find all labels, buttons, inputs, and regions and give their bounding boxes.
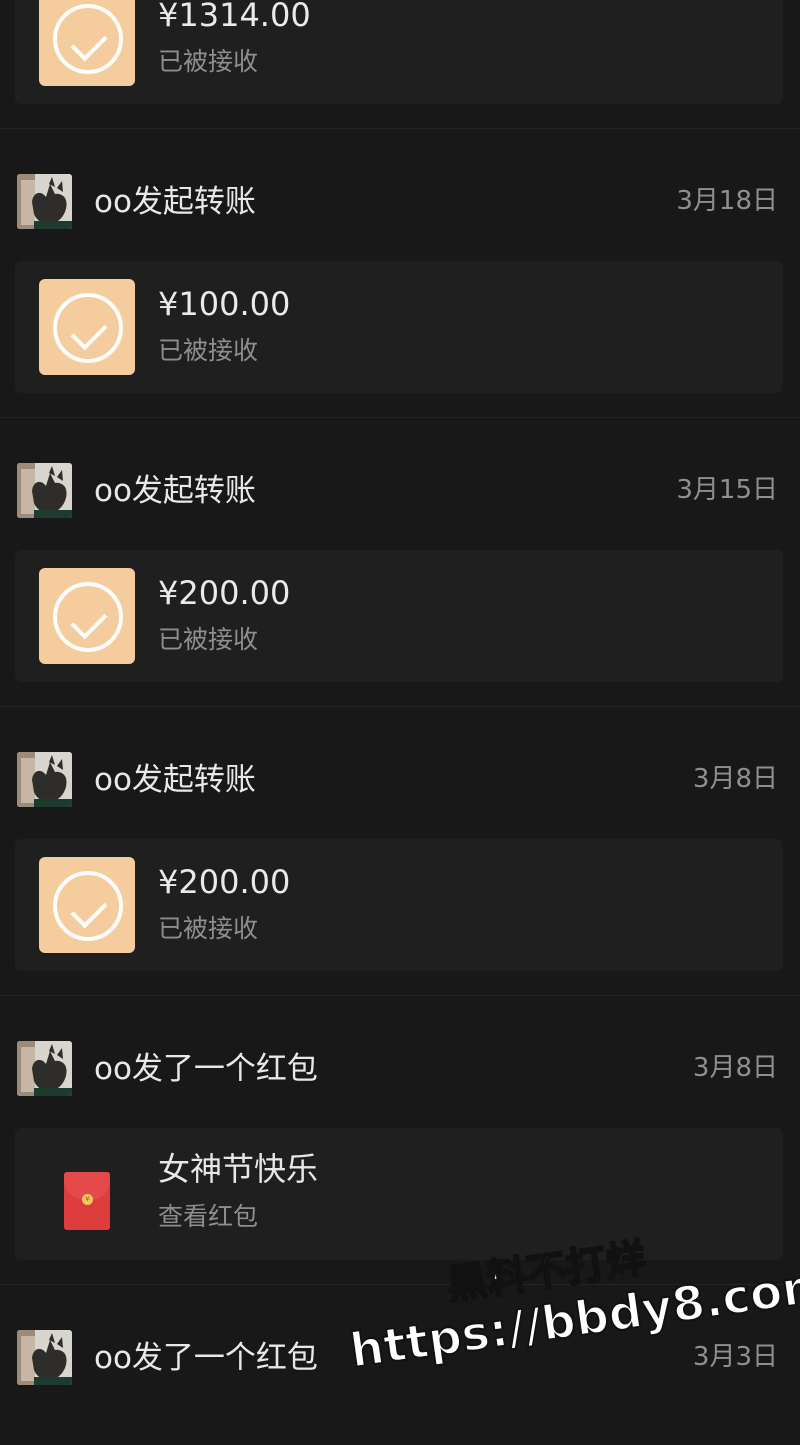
- transfer-record: oo发起转账 3月18日 ¥100.00 已被接收: [0, 0, 800, 393]
- cat-avatar-icon[interactable]: [17, 752, 72, 807]
- cat-avatar-icon[interactable]: [17, 463, 72, 518]
- transfer-record: oo发起转账 3月15日 ¥200.00 已被接收: [0, 289, 800, 682]
- cat-avatar-icon[interactable]: [17, 1330, 72, 1385]
- red-packet-title: oo发了一个红包: [94, 1340, 318, 1376]
- record-date: 3月8日: [692, 764, 778, 794]
- transfer-record: oo发起转账 3月8日 ¥200.00 已被接收: [0, 578, 800, 971]
- transfer-title: oo发起转账: [94, 473, 256, 509]
- red-packet-record: oo发了一个红包 3月8日 ¥ 女神节快乐 查看红包: [0, 867, 800, 1260]
- transfer-title: oo发起转账: [94, 184, 256, 220]
- red-packet-title: oo发了一个红包: [94, 1051, 318, 1087]
- cat-avatar-icon[interactable]: [17, 1041, 72, 1096]
- record-date: 3月8日: [692, 1053, 778, 1083]
- cat-avatar-icon[interactable]: [17, 174, 72, 229]
- record-date: 3月15日: [676, 475, 778, 505]
- record-date: 3月18日: [676, 186, 778, 216]
- transaction-history-feed: ¥1314.00 已被接收 oo发起转账 3月18日 ¥100.00 已被接收 …: [0, 0, 800, 1440]
- transfer-title: oo发起转账: [94, 762, 256, 798]
